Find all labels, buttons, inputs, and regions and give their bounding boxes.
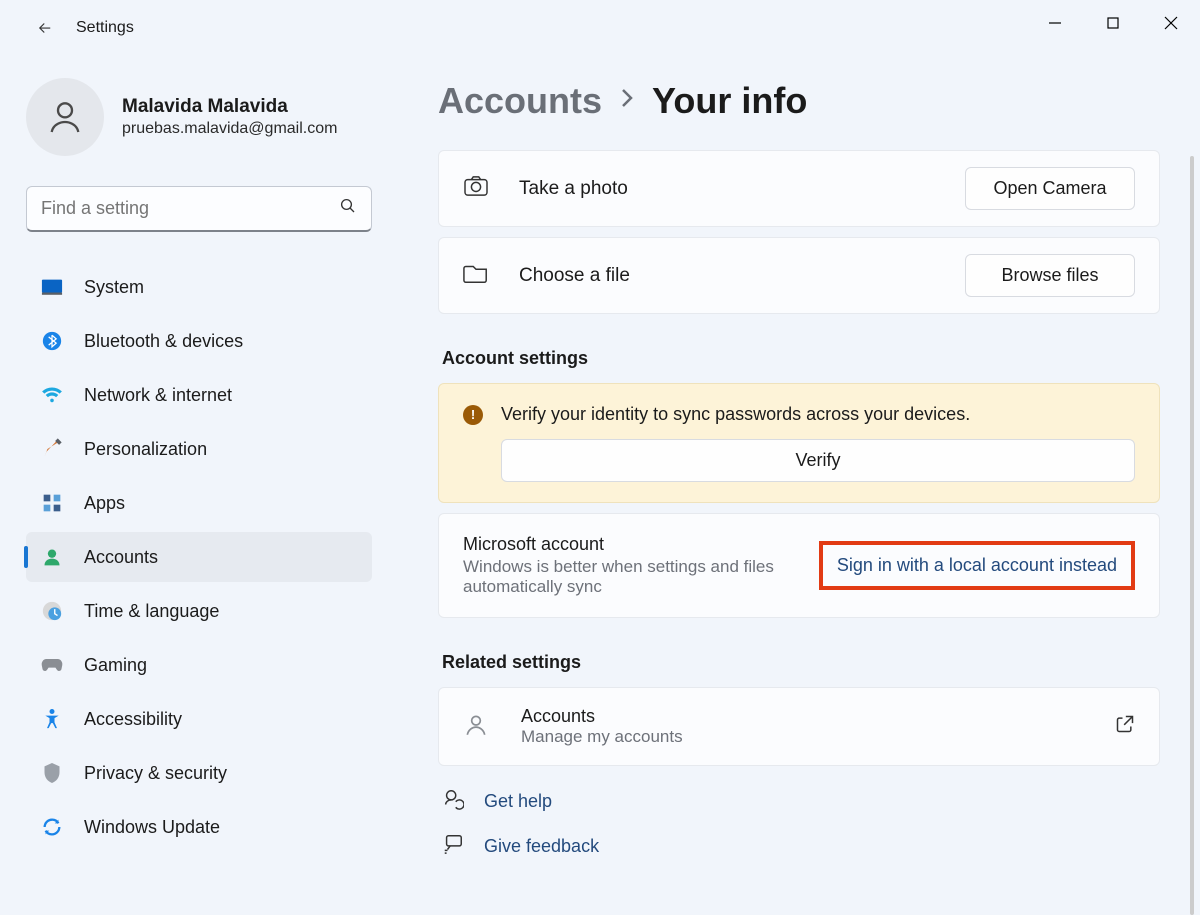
window-controls — [1026, 0, 1200, 46]
nav-update[interactable]: Windows Update — [26, 802, 372, 852]
warning-icon: ! — [463, 405, 483, 425]
folder-icon — [463, 262, 491, 289]
wifi-icon — [40, 383, 64, 407]
choose-file-label: Choose a file — [519, 265, 937, 287]
maximize-button[interactable] — [1084, 0, 1142, 46]
nav-label: Personalization — [84, 439, 207, 460]
nav-accounts[interactable]: Accounts — [26, 532, 372, 582]
close-button[interactable] — [1142, 0, 1200, 46]
related-settings-heading: Related settings — [442, 652, 1160, 673]
clock-globe-icon — [40, 599, 64, 623]
back-button[interactable] — [28, 11, 62, 45]
verify-identity-banner: ! Verify your identity to sync passwords… — [438, 383, 1160, 503]
nav-label: Privacy & security — [84, 763, 227, 784]
profile-block[interactable]: Malavida Malavida pruebas.malavida@gmail… — [26, 78, 372, 156]
bluetooth-icon — [40, 329, 64, 353]
person-icon — [40, 545, 64, 569]
system-icon — [40, 275, 64, 299]
browse-files-button[interactable]: Browse files — [965, 254, 1135, 297]
related-accounts-card[interactable]: Accounts Manage my accounts — [438, 687, 1160, 766]
breadcrumb-parent[interactable]: Accounts — [438, 80, 602, 122]
camera-icon — [463, 175, 491, 202]
nav-accessibility[interactable]: Accessibility — [26, 694, 372, 744]
nav-label: Time & language — [84, 601, 219, 622]
related-accounts-subtitle: Manage my accounts — [521, 727, 1087, 747]
nav-label: Apps — [84, 493, 125, 514]
shield-icon — [40, 761, 64, 785]
search-box[interactable] — [26, 186, 372, 232]
nav-label: Bluetooth & devices — [84, 331, 243, 352]
breadcrumb-current: Your info — [652, 80, 807, 122]
nav-network[interactable]: Network & internet — [26, 370, 372, 420]
take-photo-card: Take a photo Open Camera — [438, 150, 1160, 227]
minimize-button[interactable] — [1026, 0, 1084, 46]
help-links: Get help Give feedback — [438, 788, 1160, 860]
verify-button[interactable]: Verify — [501, 439, 1135, 482]
content-area: Accounts Your info Take a photo Open Cam… — [398, 56, 1200, 915]
nav-gaming[interactable]: Gaming — [26, 640, 372, 690]
take-photo-label: Take a photo — [519, 178, 937, 200]
update-icon — [40, 815, 64, 839]
person-outline-icon — [463, 712, 493, 742]
microsoft-account-card: Microsoft account Windows is better when… — [438, 513, 1160, 618]
choose-file-card: Choose a file Browse files — [438, 237, 1160, 314]
open-camera-button[interactable]: Open Camera — [965, 167, 1135, 210]
feedback-icon — [442, 833, 466, 860]
titlebar: Settings — [0, 0, 1200, 56]
scrollbar[interactable] — [1190, 156, 1194, 915]
nav-label: Network & internet — [84, 385, 232, 406]
account-settings-heading: Account settings — [442, 348, 1160, 369]
nav-apps[interactable]: Apps — [26, 478, 372, 528]
nav-label: Gaming — [84, 655, 147, 676]
ms-account-title: Microsoft account — [463, 534, 799, 555]
nav-label: Accessibility — [84, 709, 182, 730]
nav-privacy[interactable]: Privacy & security — [26, 748, 372, 798]
nav-list: System Bluetooth & devices Network & int… — [26, 262, 372, 852]
profile-email: pruebas.malavida@gmail.com — [122, 120, 337, 138]
get-help-label: Get help — [484, 791, 552, 812]
warning-text: Verify your identity to sync passwords a… — [501, 404, 970, 425]
search-icon — [339, 197, 357, 220]
avatar-icon — [26, 78, 104, 156]
profile-name: Malavida Malavida — [122, 96, 337, 118]
help-icon — [442, 788, 466, 815]
breadcrumb: Accounts Your info — [438, 80, 1160, 122]
nav-time[interactable]: Time & language — [26, 586, 372, 636]
nav-label: Windows Update — [84, 817, 220, 838]
local-account-link[interactable]: Sign in with a local account instead — [837, 555, 1117, 575]
external-link-icon — [1115, 714, 1135, 739]
brush-icon — [40, 437, 64, 461]
nav-personalization[interactable]: Personalization — [26, 424, 372, 474]
search-input[interactable] — [41, 198, 339, 219]
give-feedback-link[interactable]: Give feedback — [442, 833, 1160, 860]
accessibility-icon — [40, 707, 64, 731]
related-accounts-title: Accounts — [521, 706, 1087, 727]
give-feedback-label: Give feedback — [484, 836, 599, 857]
highlight-annotation: Sign in with a local account instead — [819, 541, 1135, 590]
nav-bluetooth[interactable]: Bluetooth & devices — [26, 316, 372, 366]
nav-label: System — [84, 277, 144, 298]
window-title: Settings — [76, 19, 134, 37]
gamepad-icon — [40, 653, 64, 677]
nav-label: Accounts — [84, 547, 158, 568]
sidebar: Malavida Malavida pruebas.malavida@gmail… — [0, 56, 398, 915]
apps-icon — [40, 491, 64, 515]
ms-account-subtitle: Windows is better when settings and file… — [463, 557, 799, 597]
chevron-right-icon — [620, 88, 634, 114]
nav-system[interactable]: System — [26, 262, 372, 312]
get-help-link[interactable]: Get help — [442, 788, 1160, 815]
